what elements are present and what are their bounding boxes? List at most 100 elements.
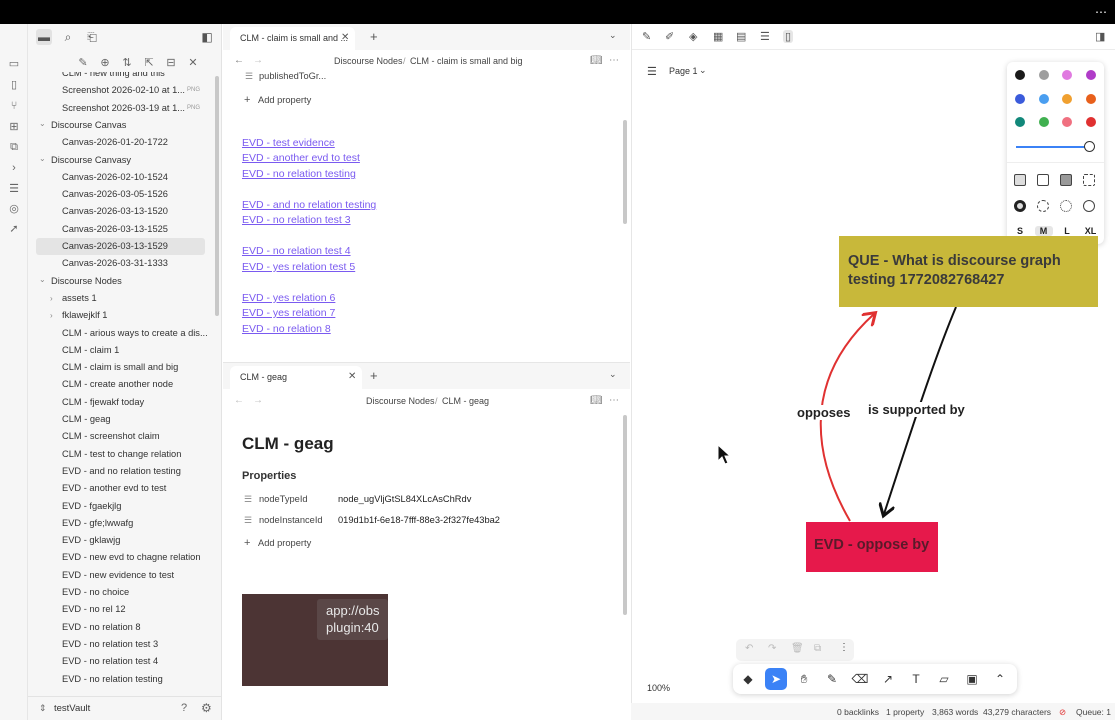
folder-icon[interactable]: ▬: [36, 29, 52, 45]
sidebar-item[interactable]: Canvas-2026-01-20-1722: [28, 134, 214, 151]
breadcrumb-parent[interactable]: Discourse Nodes: [366, 396, 435, 406]
chevron-down-icon[interactable]: ⌄: [609, 369, 617, 380]
sidebar-item[interactable]: CLM - claim 1: [28, 342, 214, 359]
sidebar-item[interactable]: CLM - geag: [28, 411, 214, 428]
media-tool-icon[interactable]: ▣: [961, 668, 983, 690]
new-tab-icon[interactable]: +: [370, 368, 378, 383]
trash-icon[interactable]: 🗑︎: [791, 643, 804, 654]
sidebar-item[interactable]: ⌄ Discourse Canvasy: [28, 152, 214, 169]
terminal-icon[interactable]: ›: [7, 161, 21, 175]
queue-status[interactable]: Queue: 1: [1076, 707, 1111, 717]
settings-gear-icon[interactable]: ⚙: [201, 701, 212, 715]
sidebar-item[interactable]: CLM - new thing and this: [28, 72, 214, 82]
sidebar-item[interactable]: CLM - screenshot claim: [28, 428, 214, 445]
sidebar-item[interactable]: CLM - arious ways to create a dis...: [28, 325, 214, 342]
discourse-node-tool-icon[interactable]: ◆: [737, 668, 759, 690]
sidebar-scrollbar[interactable]: [215, 76, 219, 316]
redo-icon[interactable]: ↷: [768, 643, 776, 654]
chevron-down-icon[interactable]: ⌄: [39, 273, 46, 288]
graph-icon[interactable]: ⑂: [7, 99, 21, 113]
sidebar-item[interactable]: Canvas-2026-03-13-1525: [28, 221, 214, 238]
sidebar-item[interactable]: EVD - fgaekjlg: [28, 498, 214, 515]
sidebar-item[interactable]: EVD - gklawjg: [28, 532, 214, 549]
sync-error-icon[interactable]: ⊘: [1059, 707, 1066, 718]
tab-clm-claim[interactable]: CLM - claim is small and ... ✕: [230, 27, 355, 50]
copy-icon[interactable]: ⧉: [7, 140, 21, 154]
duplicate-icon[interactable]: ⧉: [814, 643, 821, 654]
sidebar-item[interactable]: Canvas-2026-03-13-1520: [28, 203, 214, 220]
evidence-link[interactable]: EVD - no relation test 3: [242, 214, 351, 226]
sidebar-item[interactable]: EVD - no choice: [28, 584, 214, 601]
backlinks-count[interactable]: 0 backlinks: [837, 707, 879, 717]
new-folder-icon[interactable]: ⊕: [97, 55, 113, 71]
tab-clm-geag[interactable]: CLM - geag ✕: [230, 366, 362, 389]
chevron-down-icon[interactable]: ⌄: [39, 117, 46, 132]
list-icon[interactable]: ☰: [7, 182, 21, 196]
reading-view-icon[interactable]: 📖︎: [590, 55, 603, 66]
eraser-tool-icon[interactable]: ⌫: [849, 668, 871, 690]
auto-reveal-icon[interactable]: ⇱: [141, 55, 157, 71]
edge-label-supported[interactable]: is supported by: [868, 402, 965, 417]
sidebar-item[interactable]: CLM - test to change relation: [28, 446, 214, 463]
chevron-right-icon[interactable]: ›: [50, 307, 53, 324]
grid-icon[interactable]: ⊞: [7, 120, 21, 134]
sidebar-item[interactable]: EVD - and no relation testing: [28, 463, 214, 480]
vault-switcher[interactable]: ⇕ testVault ? ⚙: [28, 696, 222, 720]
add-property-button-bottom[interactable]: Add property: [258, 538, 311, 548]
calendar-icon[interactable]: ▭: [7, 57, 21, 71]
evidence-link[interactable]: EVD - and no relation testing: [242, 199, 376, 211]
sidebar-item[interactable]: Canvas-2026-03-05-1526: [28, 186, 214, 203]
sidebar-item[interactable]: EVD - no relation 8: [28, 619, 214, 636]
property-key[interactable]: nodeInstanceId: [259, 515, 323, 525]
back-arrow-icon[interactable]: ←: [234, 395, 244, 406]
sidebar-item[interactable]: Canvas-2026-03-13-1529: [36, 238, 205, 255]
vault-name[interactable]: testVault: [54, 703, 90, 714]
undo-icon[interactable]: ↶: [745, 643, 753, 654]
sidebar-item[interactable]: EVD - no relation test 3: [28, 636, 214, 653]
property-key[interactable]: nodeTypeId: [259, 494, 308, 504]
new-tab-icon[interactable]: +: [370, 29, 378, 44]
add-property-button-top[interactable]: Add property: [258, 95, 311, 105]
chevron-updown-icon[interactable]: ⇕: [39, 703, 47, 714]
sidebar-item[interactable]: EVD - new evidence to test: [28, 567, 214, 584]
evd-node[interactable]: EVD - oppose by: [806, 522, 938, 572]
sidebar-item[interactable]: ⌄ Discourse Canvas: [28, 117, 214, 134]
text-tool-icon[interactable]: T: [905, 668, 927, 690]
evidence-link[interactable]: EVD - yes relation 6: [242, 292, 335, 304]
sidebar-item[interactable]: Screenshot 2026-03-19 at 1... PNG: [28, 100, 214, 117]
evidence-link[interactable]: EVD - yes relation test 5: [242, 261, 355, 273]
sidebar-item[interactable]: Screenshot 2026-02-10 at 1... PNG: [28, 82, 214, 99]
evidence-link[interactable]: EVD - another evd to test: [242, 152, 360, 164]
sidebar-item[interactable]: EVD - another evd to test: [28, 480, 214, 497]
new-note-icon[interactable]: ✎: [75, 55, 91, 71]
evidence-link[interactable]: EVD - test evidence: [242, 137, 335, 149]
forward-arrow-icon[interactable]: →: [253, 395, 263, 406]
chevron-down-icon[interactable]: ⌄: [39, 152, 46, 167]
forward-arrow-icon[interactable]: →: [253, 55, 263, 66]
evidence-link[interactable]: EVD - yes relation 7: [242, 307, 335, 319]
sidebar-item[interactable]: Canvas-2026-03-31-1333: [28, 255, 214, 272]
sort-icon[interactable]: ⇅: [119, 55, 135, 71]
window-dots-icon[interactable]: ⋯: [1095, 5, 1107, 19]
select-tool-icon[interactable]: ➤: [765, 668, 787, 690]
close-tab-icon[interactable]: ✕: [341, 32, 349, 43]
arrow-tool-icon[interactable]: ↗: [877, 668, 899, 690]
edge-label-opposes[interactable]: opposes: [797, 405, 851, 420]
chevron-up-icon[interactable]: ⌃: [989, 668, 1011, 690]
pane-top-scrollbar[interactable]: [623, 120, 627, 224]
close-tab-icon[interactable]: ✕: [348, 371, 356, 382]
properties-count[interactable]: 1 property: [886, 707, 924, 717]
property-value[interactable]: 019d1b1f-6e18-7fff-88e3-2f327fe43ba2: [338, 515, 500, 525]
sidebar-item[interactable]: EVD - gfe;lwwafg: [28, 515, 214, 532]
evidence-link[interactable]: EVD - no relation testing: [242, 168, 356, 180]
add-property-plus-icon[interactable]: +: [244, 94, 250, 106]
bookmark-icon[interactable]: ⎗: [84, 29, 100, 45]
more-options-icon[interactable]: ⋯: [609, 55, 619, 66]
sidebar-item[interactable]: EVD - no rel 12: [28, 601, 214, 618]
property-value[interactable]: node_ugVljGtSL84XLcAsChRdv: [338, 494, 471, 504]
sidebar-item[interactable]: ⌄ Discourse Nodes: [28, 273, 214, 290]
sidebar-item[interactable]: EVD - no relation testing: [28, 671, 214, 688]
collapse-all-icon[interactable]: ⊟: [163, 55, 179, 71]
sidebar-toggle-icon[interactable]: ◧: [199, 29, 215, 45]
sidebar-item[interactable]: EVD - new evd to chagne relation: [28, 549, 214, 566]
